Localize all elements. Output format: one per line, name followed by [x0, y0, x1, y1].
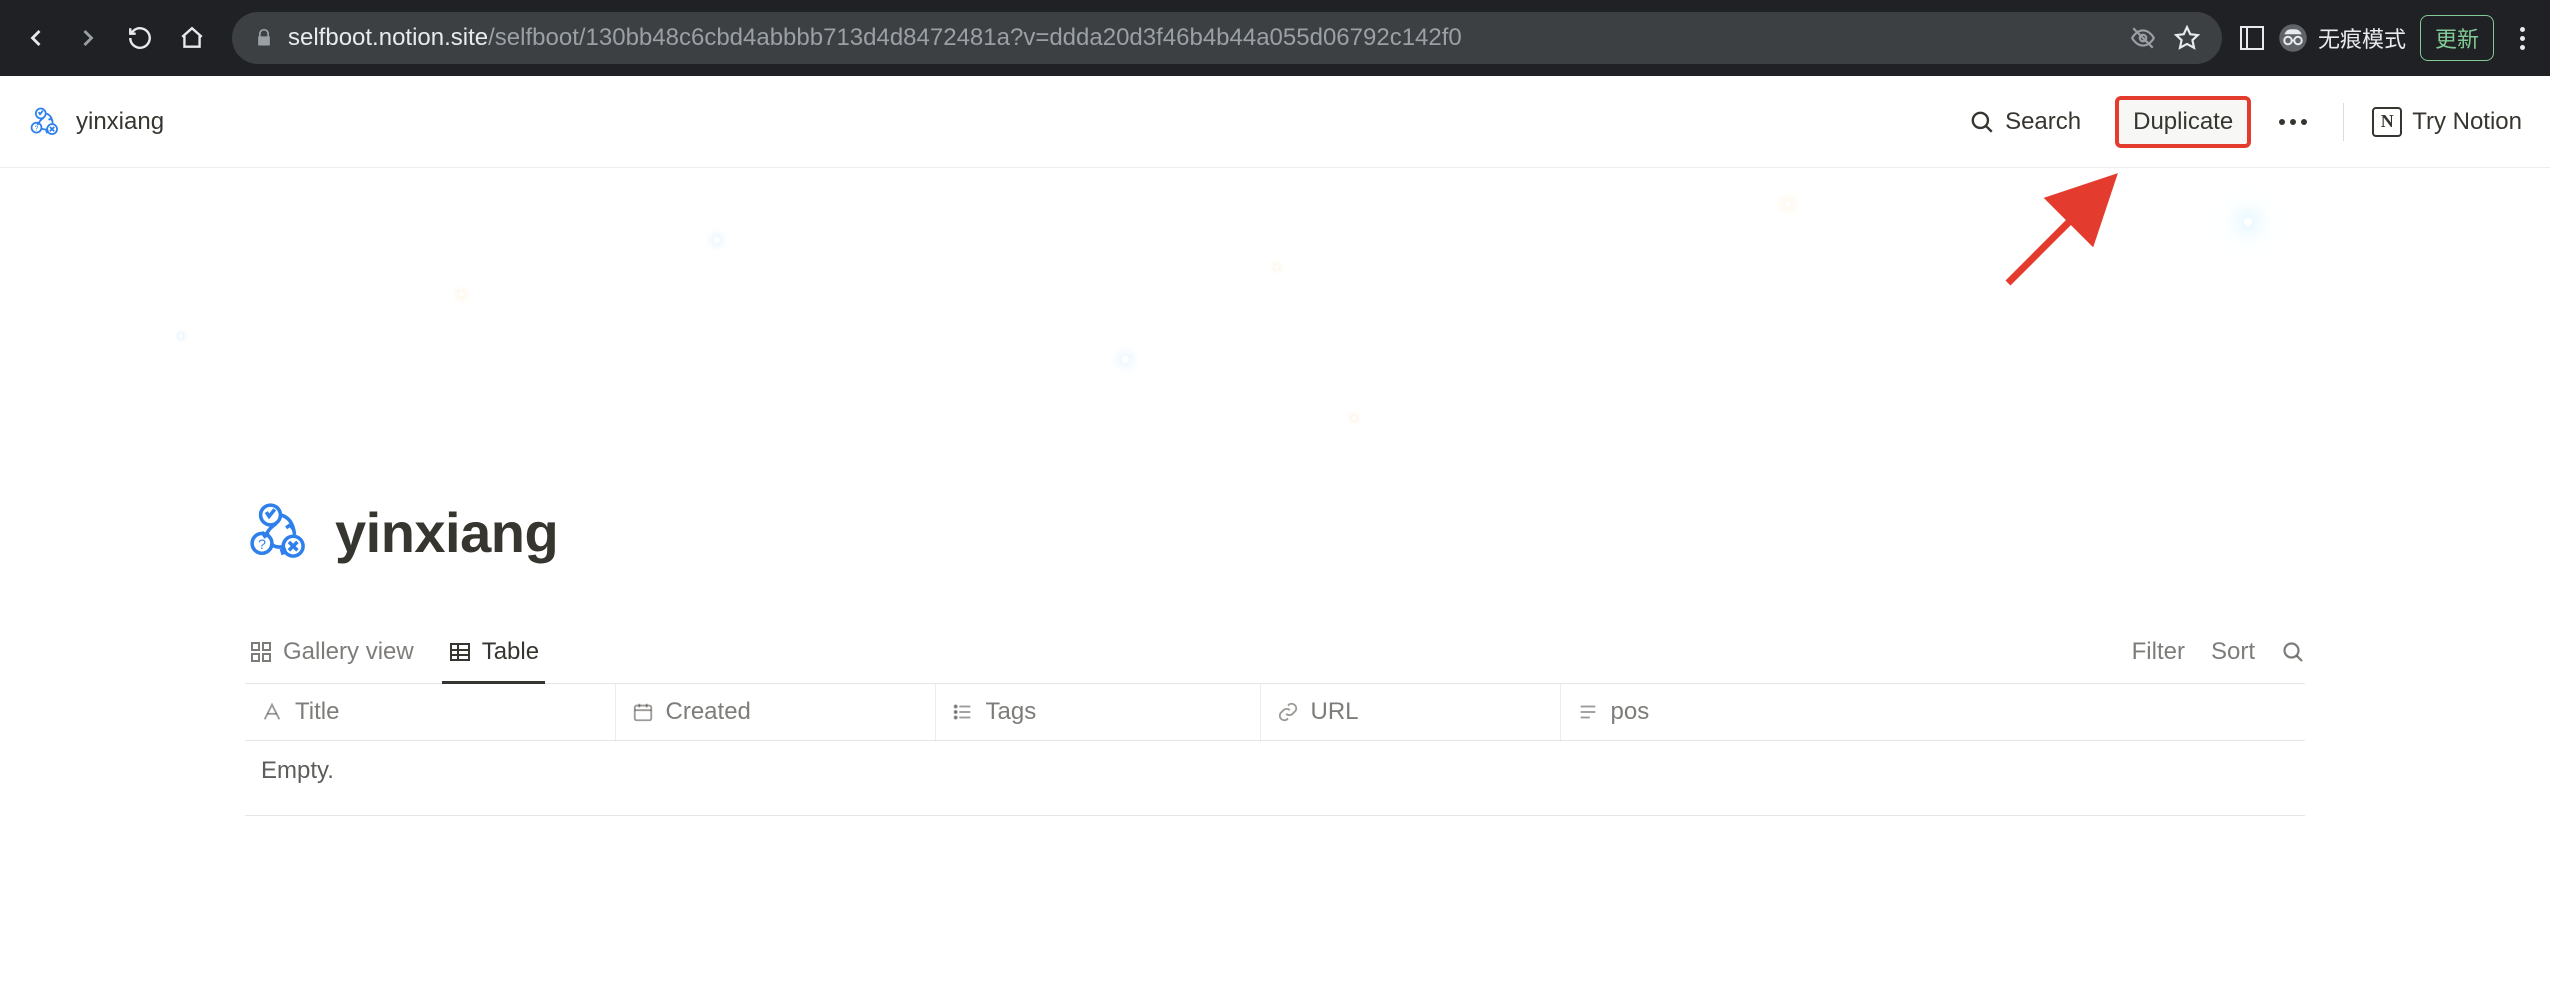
star-icon[interactable]: [2174, 25, 2200, 51]
browser-chrome: selfboot.notion.site/selfboot/130bb48c6c…: [0, 0, 2550, 76]
multiselect-icon: [952, 701, 974, 723]
column-header-pos[interactable]: pos: [1560, 684, 2305, 741]
browser-url-bar[interactable]: selfboot.notion.site/selfboot/130bb48c6c…: [232, 12, 2222, 64]
divider: [2343, 103, 2344, 141]
try-notion-label: Try Notion: [2412, 108, 2522, 136]
side-panel-icon[interactable]: [2240, 26, 2264, 50]
more-options-button[interactable]: [2271, 111, 2315, 133]
page-title: yinxiang: [335, 500, 558, 565]
incognito-icon: [2278, 23, 2308, 53]
views-bar: Gallery view Table Filter Sort: [245, 620, 2305, 684]
breadcrumb[interactable]: ? yinxiang: [28, 105, 164, 139]
duplicate-button[interactable]: Duplicate: [2115, 96, 2251, 148]
search-icon: [1969, 109, 1995, 135]
browser-home-button[interactable]: [170, 16, 214, 60]
text-property-icon: [1577, 701, 1599, 723]
column-label: pos: [1611, 698, 1650, 726]
sort-button[interactable]: Sort: [2211, 638, 2255, 666]
view-tab-table[interactable]: Table: [444, 620, 543, 683]
column-label: Created: [666, 698, 751, 726]
svg-text:?: ?: [258, 537, 266, 553]
browser-reload-button[interactable]: [118, 16, 162, 60]
column-label: URL: [1311, 698, 1359, 726]
empty-state: Empty.: [245, 741, 2305, 816]
browser-forward-button[interactable]: [66, 16, 110, 60]
try-notion-button[interactable]: N Try Notion: [2372, 107, 2522, 137]
incognito-indicator[interactable]: 无痕模式: [2278, 22, 2406, 54]
view-tab-gallery[interactable]: Gallery view: [245, 620, 418, 683]
breadcrumb-title: yinxiang: [76, 108, 164, 136]
notion-logo-icon: N: [2372, 107, 2402, 137]
page-header: ? yinxiang: [245, 444, 2305, 566]
duplicate-label: Duplicate: [2133, 108, 2233, 136]
svg-text:?: ?: [35, 124, 39, 132]
table-icon: [448, 640, 472, 664]
link-icon: [1277, 701, 1299, 723]
search-label: Search: [2005, 108, 2081, 136]
view-tab-label: Gallery view: [283, 638, 414, 666]
table-row: Empty.: [245, 741, 2305, 816]
page-content: ? yinxiang Gallery view Table Filter Sor…: [185, 444, 2365, 816]
column-header-created[interactable]: Created: [615, 684, 935, 741]
filter-button[interactable]: Filter: [2132, 638, 2185, 666]
column-header-tags[interactable]: Tags: [935, 684, 1260, 741]
column-label: Title: [295, 698, 339, 726]
browser-menu-button[interactable]: [2508, 24, 2536, 52]
browser-back-button[interactable]: [14, 16, 58, 60]
table-header-row: Title Created Tags: [245, 684, 2305, 741]
view-tab-label: Table: [482, 638, 539, 666]
column-header-title[interactable]: Title: [245, 684, 615, 741]
page-icon-large[interactable]: ?: [245, 498, 313, 566]
page-icon: ?: [28, 105, 62, 139]
url-text: selfboot.notion.site/selfboot/130bb48c6c…: [288, 24, 1462, 52]
lock-icon: [254, 28, 274, 48]
notion-topbar: ? yinxiang Search Duplicate N Try Notion: [0, 76, 2550, 168]
gallery-icon: [249, 640, 273, 664]
eye-off-icon[interactable]: [2130, 25, 2156, 51]
search-button[interactable]: Search: [1955, 100, 2095, 144]
database-table: Title Created Tags: [245, 684, 2305, 816]
title-property-icon: [261, 701, 283, 723]
url-host: selfboot.notion.site: [288, 24, 488, 52]
search-in-view-button[interactable]: [2281, 640, 2305, 664]
url-path: /selfboot/130bb48c6cbd4abbbb713d4d847248…: [488, 24, 1462, 52]
column-label: Tags: [986, 698, 1037, 726]
column-header-url[interactable]: URL: [1260, 684, 1560, 741]
incognito-label: 无痕模式: [2318, 22, 2406, 54]
browser-update-button[interactable]: 更新: [2420, 15, 2494, 61]
cover-image: /* decorative only */: [0, 168, 2550, 444]
calendar-icon: [632, 701, 654, 723]
